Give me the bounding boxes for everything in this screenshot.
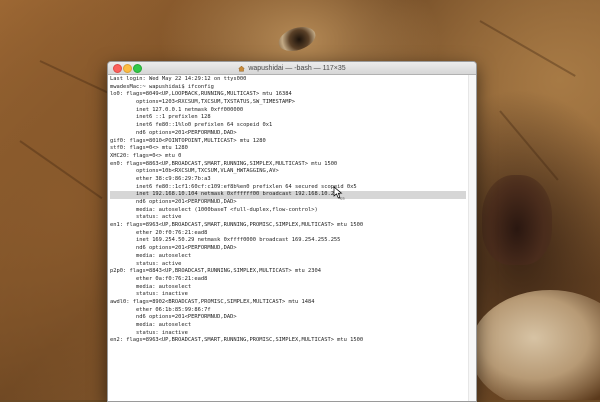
mane-streak <box>19 140 103 200</box>
terminal-line: inet 169.254.50.29 netmask 0xffff0000 br… <box>110 237 341 244</box>
lion-muzzle <box>470 290 600 400</box>
terminal-line: XHC20: flags=0<> mtu 0 <box>110 152 182 159</box>
cursor-readout: 425 <box>339 197 345 201</box>
terminal-line-selected: inet 192.168.10.104 netmask 0xffffff00 b… <box>110 191 466 199</box>
terminal-line: en2: flags=8963<UP,BROADCAST,SMART,RUNNI… <box>110 337 364 344</box>
terminal-line: stf0: flags=0<> mtu 1280 <box>110 145 188 152</box>
pointer-cursor-icon: 425 <box>333 186 345 200</box>
lion-eye <box>275 22 319 56</box>
terminal-line: nd6 options=201<PERFORMNUD,DAD> <box>110 199 237 205</box>
terminal-line: nd6 options=201<PERFORMNUD,DAD> <box>110 245 237 252</box>
terminal-line: ether 20:f0:76:21:ead8 <box>110 229 208 236</box>
terminal-line: inet6 fe80::1%lo0 prefixlen 64 scopeid 0… <box>110 122 273 129</box>
terminal-line: inet 127.0.0.1 netmask 0xff000000 <box>110 106 244 113</box>
terminal-line: p2p0: flags=8843<UP,BROADCAST,RUNNING,SI… <box>110 268 321 275</box>
terminal-line: en0: flags=8863<UP,BROADCAST,SMART,RUNNI… <box>110 160 338 167</box>
home-folder-icon <box>238 65 246 72</box>
terminal-line: media: autoselect <box>110 252 192 259</box>
terminal-line: ether 38:c9:86:29:7b:a3 <box>110 175 211 182</box>
window-title: wapushidai — -bash — 117×35 <box>248 64 346 72</box>
terminal-line: ether 0a:f0:76:21:ead8 <box>110 275 208 282</box>
terminal-line: mwadesMac:~ wapushidai$ ifconfig <box>110 83 214 90</box>
terminal-line: status: active <box>110 260 182 267</box>
title-bar[interactable]: wapushidai — -bash — 117×35 <box>108 62 476 75</box>
terminal-output[interactable]: Last login: Wed May 22 14:29:12 on ttys0… <box>108 75 468 401</box>
vertical-scrollbar[interactable] <box>468 75 476 401</box>
terminal-line: awdl0: flags=8902<BROADCAST,PROMISC,SIMP… <box>110 298 315 305</box>
mane-streak <box>499 110 559 181</box>
terminal-line: options=10b<RXCSUM,TXCSUM,VLAN_HWTAGGING… <box>110 168 279 175</box>
terminal-line: status: inactive <box>110 329 188 336</box>
terminal-line: lo0: flags=8049<UP,LOOPBACK,RUNNING,MULT… <box>110 91 292 98</box>
terminal-line: Last login: Wed May 22 14:29:12 on ttys0… <box>110 76 247 82</box>
terminal-line: en1: flags=8963<UP,BROADCAST,SMART,RUNNI… <box>110 222 364 229</box>
terminal-line: ether 06:1b:85:99:86:7f <box>110 306 211 313</box>
terminal-line: media: autoselect <box>110 322 192 328</box>
terminal-line: nd6 options=201<PERFORMNUD,DAD> <box>110 129 237 136</box>
terminal-line: gif0: flags=8010<POINTOPOINT,MULTICAST> … <box>110 137 266 144</box>
terminal-line: options=1203<RXCSUM,TXCSUM,TXSTATUS,SW_T… <box>110 99 295 106</box>
terminal-line: media: autoselect <box>110 283 192 290</box>
terminal-window[interactable]: wapushidai — -bash — 117×35 Last login: … <box>107 61 477 402</box>
terminal-line: media: autoselect (1000baseT <full-duple… <box>110 206 318 213</box>
terminal-line: status: inactive <box>110 291 188 298</box>
window-title-wrap: wapushidai — -bash — 117×35 <box>108 62 476 74</box>
lion-nose <box>482 175 552 265</box>
mane-streak <box>479 20 576 77</box>
terminal-line: inet6 fe80::1cf1:60cf:c109:ef8b%en0 pref… <box>110 183 357 190</box>
terminal-line: nd6 options=201<PERFORMNUD,DAD> <box>110 314 237 321</box>
terminal-line: status: active <box>110 214 182 221</box>
terminal-line: inet6 ::1 prefixlen 128 <box>110 114 211 121</box>
